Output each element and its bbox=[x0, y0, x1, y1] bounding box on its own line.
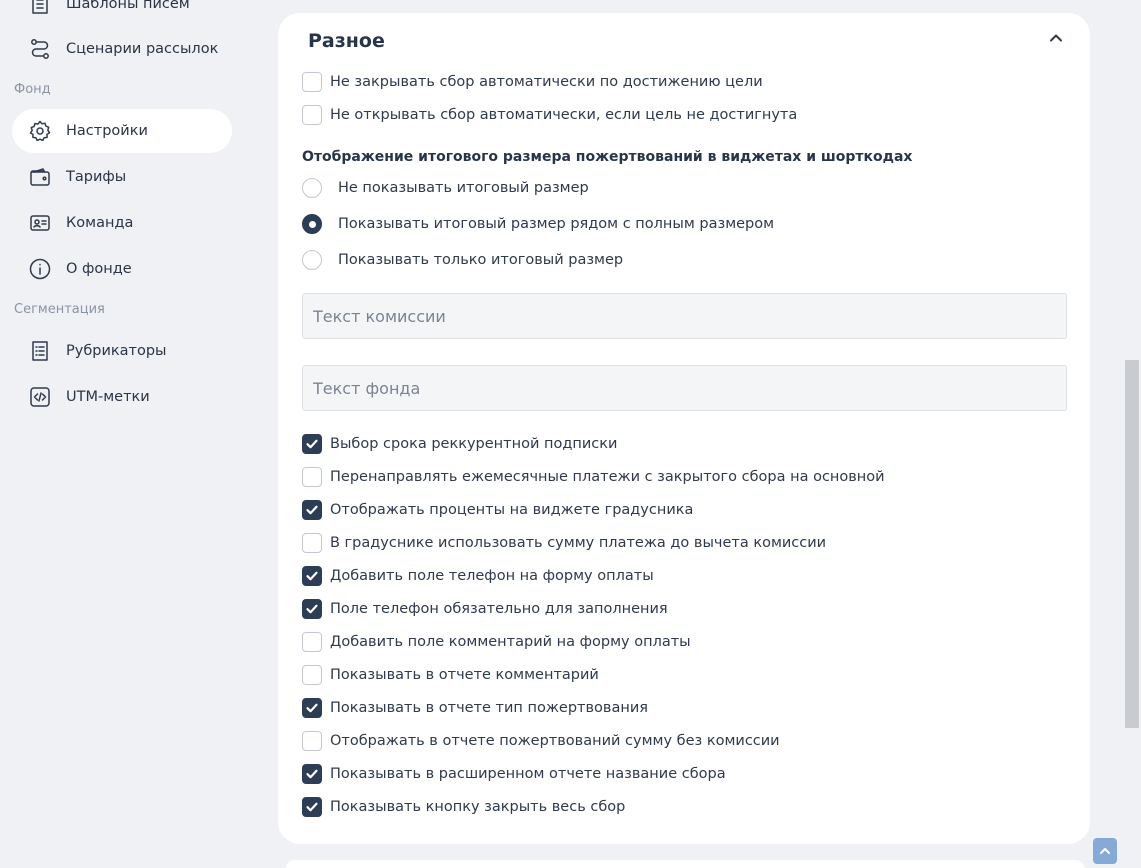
option-show-percent[interactable]: Отображать проценты на виджете градусник… bbox=[302, 500, 693, 520]
checkbox[interactable] bbox=[302, 665, 322, 685]
sidebar-item-settings[interactable]: Настройки bbox=[12, 109, 232, 153]
option-gross-amount[interactable]: В градуснике использовать сумму платежа … bbox=[302, 533, 826, 553]
checkbox[interactable] bbox=[302, 599, 322, 619]
id-card-icon bbox=[28, 211, 52, 235]
checkbox[interactable] bbox=[302, 797, 322, 817]
option-label: Отображать в отчете пожертвований сумму … bbox=[330, 733, 780, 749]
sidebar-item-label: Рубрикаторы bbox=[66, 343, 167, 359]
option-phone-required[interactable]: Поле телефон обязательно для заполнения bbox=[302, 599, 668, 619]
display-total-heading: Отображение итогового размера пожертвова… bbox=[302, 149, 913, 165]
option-redirect-monthly[interactable]: Перенаправлять ежемесячные платежи с зак… bbox=[302, 467, 885, 487]
option-extended-report-name[interactable]: Показывать в расширенном отчете название… bbox=[302, 764, 726, 784]
checkbox[interactable] bbox=[302, 105, 322, 125]
misc-settings-card: Разное Не закрывать сбор автоматически п… bbox=[278, 13, 1090, 844]
radio-option-total-with-full[interactable]: Показывать итоговый размер рядом с полны… bbox=[302, 214, 774, 234]
checkbox[interactable] bbox=[302, 434, 322, 454]
scrollbar-thumb[interactable] bbox=[1125, 360, 1139, 728]
checkbox[interactable] bbox=[302, 467, 322, 487]
sidebar-item-tariffs[interactable]: Тарифы bbox=[12, 155, 232, 199]
option-label: В градуснике использовать сумму платежа … bbox=[330, 535, 827, 551]
radio-button[interactable] bbox=[302, 214, 322, 234]
commission-text-input[interactable] bbox=[302, 293, 1067, 339]
option-close-all-button[interactable]: Показывать кнопку закрыть весь сбор bbox=[302, 797, 625, 817]
checkbox[interactable] bbox=[302, 632, 322, 652]
checkbox[interactable] bbox=[302, 500, 322, 520]
sidebar-item-about-fund[interactable]: О фонде bbox=[12, 247, 232, 291]
radio-label: Показывать только итоговый размер bbox=[338, 252, 624, 268]
card-title: Разное bbox=[308, 30, 385, 52]
sidebar-item-mailing-scenarios[interactable]: Сценарии рассылок bbox=[12, 27, 232, 71]
sidebar-item-label: Команда bbox=[66, 215, 134, 231]
wallet-icon bbox=[28, 165, 52, 189]
option-label: Перенаправлять ежемесячные платежи с зак… bbox=[330, 469, 885, 485]
option-label: Добавить поле комментарий на форму оплат… bbox=[330, 634, 691, 650]
option-report-net-amount[interactable]: Отображать в отчете пожертвований сумму … bbox=[302, 731, 780, 751]
option-report-donation-type[interactable]: Показывать в отчете тип пожертвования bbox=[302, 698, 648, 718]
gear-icon bbox=[28, 119, 52, 143]
sidebar-item-rubricators[interactable]: Рубрикаторы bbox=[12, 329, 232, 373]
checkbox[interactable] bbox=[302, 764, 322, 784]
sidebar-item-label: Тарифы bbox=[66, 169, 127, 185]
info-icon bbox=[28, 257, 52, 281]
option-recurring-term[interactable]: Выбор срока реккурентной подписки bbox=[302, 434, 617, 454]
route-icon bbox=[28, 37, 52, 61]
option-add-comment[interactable]: Добавить поле комментарий на форму оплат… bbox=[302, 632, 691, 652]
radio-option-total-only[interactable]: Показывать только итоговый размер bbox=[302, 250, 623, 270]
option-label: Добавить поле телефон на форму оплаты bbox=[330, 568, 654, 584]
option-label: Показывать в отчете комментарий bbox=[330, 667, 599, 683]
chevron-up-icon[interactable] bbox=[1046, 28, 1066, 48]
option-label: Показывать в отчете тип пожертвования bbox=[330, 700, 648, 716]
sidebar-item-label: О фонде bbox=[66, 261, 132, 277]
checkbox[interactable] bbox=[302, 72, 322, 92]
document-list-icon bbox=[28, 0, 52, 16]
radio-label: Показывать итоговый размер рядом с полны… bbox=[338, 216, 775, 232]
checkbox[interactable] bbox=[302, 698, 322, 718]
option-label: Показывать кнопку закрыть весь сбор bbox=[330, 799, 626, 815]
sidebar: Шаблоны писем Сценарии рассылок Фонд Нас… bbox=[0, 0, 250, 868]
option-no-auto-close[interactable]: Не закрывать сбор автоматически по дости… bbox=[302, 72, 763, 92]
option-no-auto-open[interactable]: Не открывать сбор автоматически, если це… bbox=[302, 105, 797, 125]
option-label: Отображать проценты на виджете градусник… bbox=[330, 502, 694, 518]
checkbox[interactable] bbox=[302, 566, 322, 586]
radio-button[interactable] bbox=[302, 178, 322, 198]
radio-label: Не показывать итоговый размер bbox=[338, 180, 589, 196]
option-add-phone[interactable]: Добавить поле телефон на форму оплаты bbox=[302, 566, 654, 586]
radio-button[interactable] bbox=[302, 250, 322, 270]
radio-option-hide-total[interactable]: Не показывать итоговый размер bbox=[302, 178, 589, 198]
option-label: Показывать в расширенном отчете название… bbox=[330, 766, 726, 782]
sidebar-item-label: UTM-метки bbox=[66, 389, 150, 405]
checkbox[interactable] bbox=[302, 533, 322, 553]
checkbox[interactable] bbox=[302, 731, 322, 751]
next-card-edge bbox=[285, 860, 1085, 868]
option-label: Не закрывать сбор автоматически по дости… bbox=[330, 74, 763, 90]
code-icon bbox=[28, 385, 52, 409]
section-label-segmentation: Сегментация bbox=[14, 302, 105, 317]
option-label: Поле телефон обязательно для заполнения bbox=[330, 601, 668, 617]
list-icon bbox=[28, 339, 52, 363]
sidebar-item-email-templates[interactable]: Шаблоны писем bbox=[12, 0, 232, 26]
sidebar-item-utm-tags[interactable]: UTM-метки bbox=[12, 375, 232, 419]
section-label-fond: Фонд bbox=[14, 82, 51, 97]
sidebar-item-team[interactable]: Команда bbox=[12, 201, 232, 245]
option-label: Выбор срока реккурентной подписки bbox=[330, 436, 618, 452]
sidebar-item-label: Сценарии рассылок bbox=[66, 41, 219, 57]
option-report-comment[interactable]: Показывать в отчете комментарий bbox=[302, 665, 599, 685]
fund-text-input[interactable] bbox=[302, 365, 1067, 411]
sidebar-item-label: Настройки bbox=[66, 123, 148, 139]
scroll-to-top-button[interactable] bbox=[1093, 838, 1117, 864]
sidebar-item-label: Шаблоны писем bbox=[66, 0, 190, 12]
chevron-up-icon bbox=[1098, 844, 1112, 858]
option-label: Не открывать сбор автоматически, если це… bbox=[330, 107, 798, 123]
